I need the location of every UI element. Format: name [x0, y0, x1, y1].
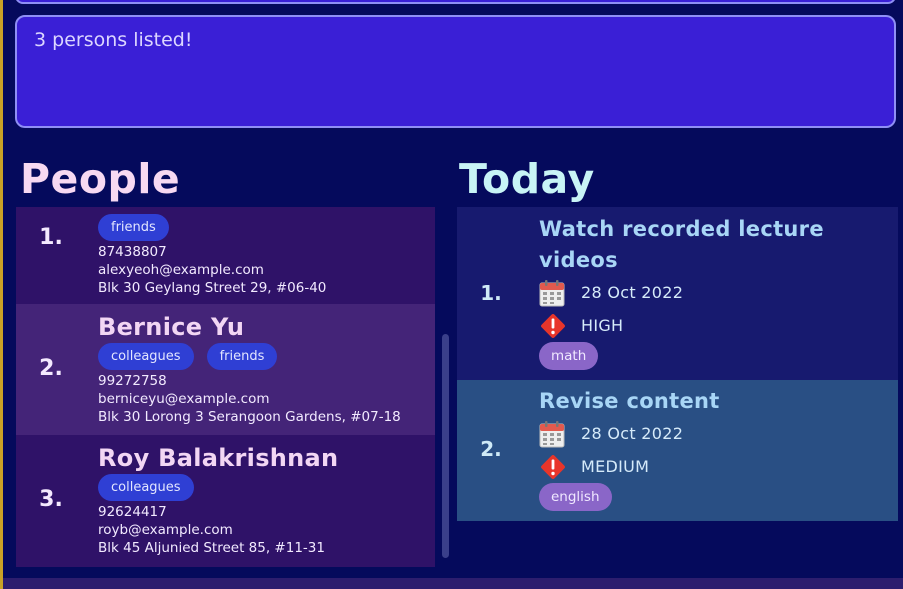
person-phone: 99272758	[98, 373, 167, 389]
person-tags: friends	[98, 214, 431, 241]
task-date: 28 Oct 2022	[581, 283, 684, 302]
person-card[interactable]: 1. friends 87438807 alexyeoh@example.com…	[16, 207, 435, 304]
person-email: alexyeoh@example.com	[98, 262, 264, 278]
task-priority: MEDIUM	[581, 457, 650, 476]
person-list-scrollbar[interactable]	[442, 334, 449, 558]
command-box[interactable]	[15, 0, 896, 4]
person-address: Blk 30 Geylang Street 29, #06-40	[98, 280, 327, 296]
task-priority: HIGH	[581, 316, 624, 335]
person-index: 2.	[39, 356, 63, 381]
person-list[interactable]: 1. friends 87438807 alexyeoh@example.com…	[16, 207, 435, 567]
person-index: 1.	[39, 225, 63, 250]
person-tags: colleagues friends	[98, 343, 431, 370]
today-section-title: Today	[459, 155, 595, 203]
people-section-title: People	[20, 155, 181, 203]
task-index: 2.	[480, 437, 502, 461]
tag-badge: friends	[206, 343, 278, 370]
person-phone: 92624417	[98, 504, 167, 520]
task-tag: math	[539, 342, 599, 370]
task-card[interactable]: 1. Watch recorded lecture videos 28 Oct …	[457, 207, 898, 380]
task-title: Revise content	[539, 389, 720, 413]
result-display: 3 persons listed!	[15, 15, 896, 128]
today-task-list[interactable]: 1. Watch recorded lecture videos 28 Oct …	[457, 207, 898, 521]
person-address: Blk 45 Aljunied Street 85, #11-31	[98, 540, 325, 556]
tag-badge: friends	[98, 214, 169, 241]
task-index: 1.	[480, 281, 502, 305]
person-name: Bernice Yu	[98, 313, 245, 341]
person-email: royb@example.com	[98, 522, 233, 538]
tag-badge: colleagues	[98, 474, 194, 501]
task-title: Watch recorded lecture videos	[539, 217, 824, 272]
calendar-icon	[539, 279, 567, 307]
person-name: Roy Balakrishnan	[98, 444, 339, 472]
priority-warning-icon	[539, 312, 567, 340]
person-tags: colleagues	[98, 474, 431, 501]
person-address: Blk 30 Lorong 3 Serangoon Gardens, #07-1…	[98, 409, 401, 425]
result-text: 3 persons listed!	[34, 29, 193, 51]
task-date: 28 Oct 2022	[581, 424, 684, 443]
status-bar	[3, 578, 903, 589]
person-phone: 87438807	[98, 244, 167, 260]
person-card[interactable]: 2. Bernice Yu colleagues friends 9927275…	[16, 304, 435, 435]
person-card[interactable]: 3. Roy Balakrishnan colleagues 92624417 …	[16, 435, 435, 567]
calendar-icon	[539, 420, 567, 448]
person-index: 3.	[39, 487, 63, 512]
tag-badge: colleagues	[98, 343, 194, 370]
person-email: berniceyu@example.com	[98, 391, 270, 407]
task-card[interactable]: 2. Revise content 28 Oct 2022 MEDIUM eng…	[457, 380, 898, 521]
task-tag: english	[539, 483, 612, 511]
priority-warning-icon	[539, 453, 567, 481]
